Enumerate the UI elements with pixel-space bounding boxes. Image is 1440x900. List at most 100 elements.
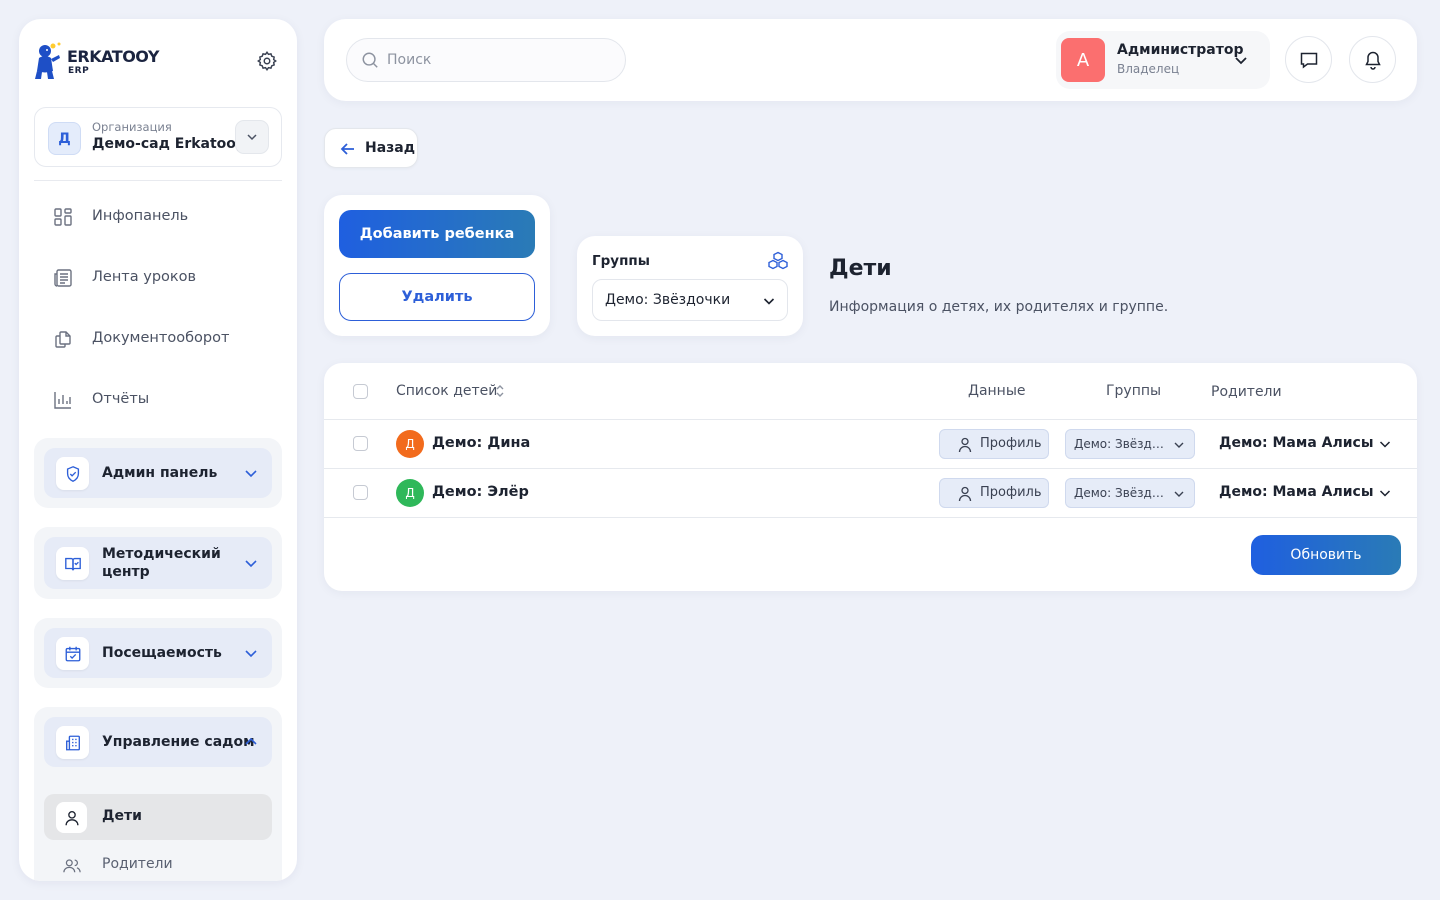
sidebar-item-documents[interactable]: Документооборот (34, 315, 282, 363)
row-checkbox[interactable] (353, 436, 368, 451)
org-avatar: Д (48, 122, 81, 155)
search-input[interactable] (387, 49, 607, 71)
child-avatar: Д (396, 430, 424, 458)
chevron-down-icon (1235, 57, 1247, 65)
child-name[interactable]: Демо: Дина (432, 435, 530, 451)
sidebar-item-label: Лента уроков (92, 269, 197, 285)
chevron-down-icon[interactable] (1379, 439, 1391, 449)
profile-button[interactable]: Профиль (939, 429, 1049, 459)
sidebar: ERKATOOY ERP Д Организация Демо-сад Erka… (19, 19, 297, 881)
chart-icon (54, 392, 71, 409)
profile-button-label: Профиль (980, 436, 1042, 451)
group-select[interactable]: Демо: Звёздоч... (1065, 429, 1195, 459)
chevron-down-icon (245, 470, 257, 478)
sidebar-group-methodical-header[interactable]: Методический центр (44, 537, 272, 589)
sidebar-group-garden-management: Управление садом Дети Родители (34, 707, 282, 881)
page-title: Дети (829, 256, 892, 281)
user-menu[interactable]: А Администратор Владелец (1056, 31, 1270, 89)
parent-select-value[interactable]: Демо: Мама Алисы (1219, 484, 1374, 500)
settings-gear-icon[interactable] (256, 50, 278, 72)
chevron-down-icon[interactable] (1379, 488, 1391, 498)
dashboard-icon (54, 208, 72, 226)
news-feed-icon (54, 269, 72, 287)
column-header-data: Данные (968, 383, 1026, 399)
group-select[interactable]: Демо: Звёздоч... (1065, 478, 1195, 508)
sidebar-item-label: Дети (102, 808, 142, 824)
sidebar-item-label: Инфопанель (92, 208, 189, 224)
top-bar: А Администратор Владелец (324, 19, 1417, 101)
sidebar-item-lessons-feed[interactable]: Лента уроков (34, 254, 282, 302)
search-icon (362, 52, 378, 68)
notifications-button[interactable] (1349, 36, 1396, 83)
column-header-groups: Группы (1106, 383, 1162, 399)
users-icon (56, 850, 87, 881)
messages-button[interactable] (1285, 36, 1332, 83)
user-icon (958, 437, 972, 453)
building-icon (56, 726, 89, 759)
org-caption: Организация (92, 120, 172, 134)
book-icon (56, 547, 89, 580)
shield-icon (56, 457, 89, 490)
group-select-value: Демо: Звёздоч... (1074, 437, 1169, 451)
refresh-button[interactable]: Обновить (1251, 535, 1401, 575)
sidebar-group-admin-header[interactable]: Админ панель (44, 448, 272, 498)
search-box[interactable] (346, 38, 626, 82)
chevron-down-icon (247, 134, 257, 141)
add-child-button[interactable]: Добавить ребенка (339, 210, 535, 258)
select-all-checkbox[interactable] (353, 384, 368, 399)
bell-icon (1364, 51, 1381, 70)
brand-logo[interactable]: ERKATOOY ERP (33, 39, 183, 83)
chevron-down-icon (1174, 491, 1184, 497)
child-name[interactable]: Демо: Элёр (432, 484, 529, 500)
group-select-value: Демо: Звёздоч... (1074, 486, 1169, 500)
profile-button-label: Профиль (980, 485, 1042, 500)
sidebar-group-label: Админ панель (102, 465, 218, 481)
sidebar-item-label: Родители (102, 856, 173, 872)
chevron-down-icon (1174, 442, 1184, 448)
children-table: Список детей Данные Группы Родители Д Де… (324, 363, 1417, 591)
sidebar-item-dashboard[interactable]: Инфопанель (34, 193, 282, 241)
chevron-down-icon (245, 650, 257, 658)
sidebar-group-admin: Админ панель (34, 438, 282, 508)
back-button[interactable]: Назад (324, 128, 418, 168)
sidebar-item-parents[interactable]: Родители (44, 842, 272, 881)
user-icon (56, 802, 87, 833)
sidebar-group-attendance: Посещаемость (34, 618, 282, 688)
groups-filter-title: Группы (592, 253, 650, 269)
row-divider (324, 517, 1417, 518)
actions-card: Добавить ребенка Удалить (324, 195, 550, 336)
groups-select-value: Демо: Звёздочки (605, 292, 731, 308)
arrow-left-icon (340, 143, 354, 155)
calendar-check-icon (56, 637, 89, 670)
sort-icon[interactable] (494, 383, 506, 399)
page-description: Информация о детях, их родителях и групп… (829, 299, 1169, 315)
cubes-icon (768, 251, 788, 270)
user-icon (958, 486, 972, 502)
groups-select[interactable]: Демо: Звёздочки (592, 279, 788, 321)
sidebar-divider (34, 180, 282, 181)
sidebar-group-attendance-header[interactable]: Посещаемость (44, 628, 272, 678)
delete-button[interactable]: Удалить (339, 273, 535, 321)
documents-icon (55, 331, 71, 348)
brand-sub: ERP (68, 66, 90, 76)
groups-filter-card: Группы Демо: Звёздочки (577, 236, 803, 336)
chevron-down-icon (763, 298, 775, 305)
row-divider (324, 419, 1417, 420)
user-name: Администратор (1117, 42, 1244, 58)
sidebar-item-children[interactable]: Дети (44, 794, 272, 840)
sidebar-item-reports[interactable]: Отчёты (34, 376, 282, 424)
parent-select-value[interactable]: Демо: Мама Алисы (1219, 435, 1374, 451)
sidebar-group-label-line2: центр (102, 564, 150, 580)
org-dropdown-button[interactable] (235, 120, 269, 154)
chat-icon (1300, 52, 1317, 68)
sidebar-item-label: Отчёты (92, 391, 150, 407)
profile-button[interactable]: Профиль (939, 478, 1049, 508)
sidebar-group-label: Посещаемость (102, 645, 222, 661)
sidebar-group-garden-header[interactable]: Управление садом (44, 717, 272, 767)
column-header-children[interactable]: Список детей (396, 383, 497, 399)
row-divider (324, 468, 1417, 469)
organization-selector[interactable]: Д Организация Демо-сад Erkatooy (34, 107, 282, 167)
sidebar-group-label-line1: Методический (102, 546, 221, 562)
mascot-icon (35, 42, 61, 79)
row-checkbox[interactable] (353, 485, 368, 500)
